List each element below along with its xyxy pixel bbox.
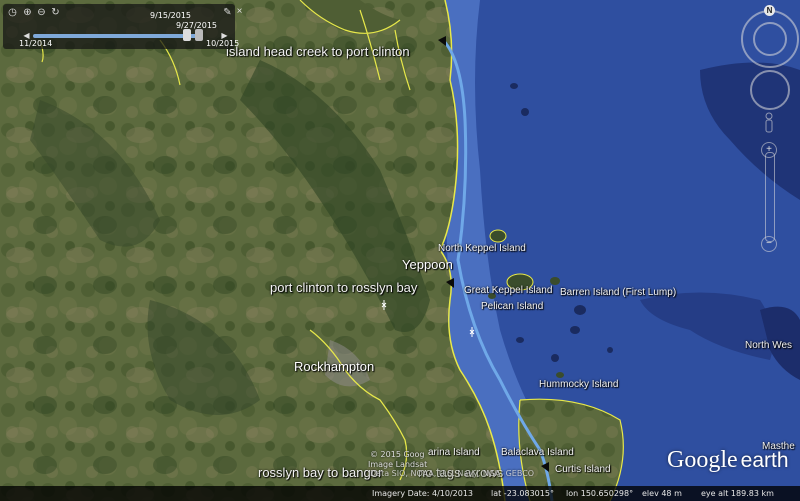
place-pelican[interactable]: Pelican Island [481, 302, 543, 312]
range-start-date: 11/2014 [19, 39, 53, 48]
reef [510, 83, 518, 89]
place-balaclava[interactable]: Balaclava Island [501, 448, 574, 458]
zoom-out-time-icon[interactable]: ⊖ [36, 7, 47, 18]
reef [607, 347, 613, 353]
time-slider-handle-end[interactable] [195, 29, 203, 41]
eye-altitude-readout: eye alt 189.83 km [701, 489, 774, 498]
imagery-credit: Image Landsat [368, 460, 428, 469]
north-indicator[interactable]: N [764, 5, 775, 16]
latitude-readout: lat -23.083015° [491, 489, 554, 498]
range-end-date: 10/2015 [206, 39, 240, 48]
time-slider-handle-start[interactable] [183, 29, 191, 41]
move-joystick[interactable] [750, 70, 790, 110]
place-great-keppel[interactable]: Great Keppel Island [464, 286, 552, 296]
reef [516, 337, 524, 343]
reef [570, 326, 580, 334]
longitude-readout: lon 150.650298° [566, 489, 634, 498]
satellite-map[interactable] [0, 0, 800, 501]
place-rockhampton[interactable]: Rockhampton [294, 360, 374, 373]
barren-island-shape [550, 277, 560, 285]
place-north-west[interactable]: North Wes [745, 341, 792, 351]
data-credit: Data SIO, NOAA, U.S. Navy, NGA, GEBCO [370, 469, 535, 478]
place-hummocky[interactable]: Hummocky Island [539, 380, 618, 390]
logo-google: Google [667, 447, 738, 473]
zoom-out-button[interactable]: − [761, 236, 777, 252]
route-label-2[interactable]: port clinton to rosslyn bay [270, 281, 417, 294]
close-icon[interactable]: × [234, 6, 245, 17]
elevation-readout: elev 48 m [642, 489, 682, 498]
selected-date-top: 9/15/2015 [150, 11, 192, 20]
reef [521, 108, 529, 116]
time-slider-track[interactable] [33, 34, 201, 38]
place-barren[interactable]: Barren Island (First Lump) [560, 288, 676, 298]
clock-icon[interactable]: ◷ [7, 7, 18, 18]
hummocky-island-shape [556, 372, 564, 378]
google-earth-logo: Google earth [667, 447, 789, 474]
place-garina[interactable]: arina Island [428, 448, 480, 458]
imagery-date: Imagery Date: 4/10/2013 [372, 489, 473, 498]
historical-imagery-panel: ◷ ⊕ ⊖ ↻ ✎ × 9/15/2015 9/27/2015 ◀ ▶ 11/2… [3, 4, 242, 49]
wrench-icon[interactable]: ✎ [222, 7, 233, 18]
route-label-3[interactable]: rosslyn bay to bangor [258, 466, 382, 479]
look-joystick[interactable] [753, 22, 787, 56]
street-view-pegman-icon[interactable] [764, 112, 774, 138]
reef [551, 354, 559, 362]
place-north-keppel[interactable]: North Keppel Island [438, 244, 526, 254]
place-curtis[interactable]: Curtis Island [555, 465, 611, 475]
route-label-1[interactable]: island head creek to port clinton [226, 45, 410, 58]
copyright-line: © 2015 Goog [370, 450, 425, 459]
zoom-slider[interactable] [765, 152, 775, 242]
refresh-time-icon[interactable]: ↻ [50, 7, 61, 18]
place-yeppoon[interactable]: Yeppoon [402, 258, 453, 271]
reef [574, 305, 586, 315]
logo-earth: earth [740, 449, 789, 472]
status-bar: Imagery Date: 4/10/2013 lat -23.083015° … [0, 486, 800, 501]
map-viewport[interactable]: island head creek to port clinton port c… [0, 0, 800, 501]
zoom-in-time-icon[interactable]: ⊕ [22, 7, 33, 18]
